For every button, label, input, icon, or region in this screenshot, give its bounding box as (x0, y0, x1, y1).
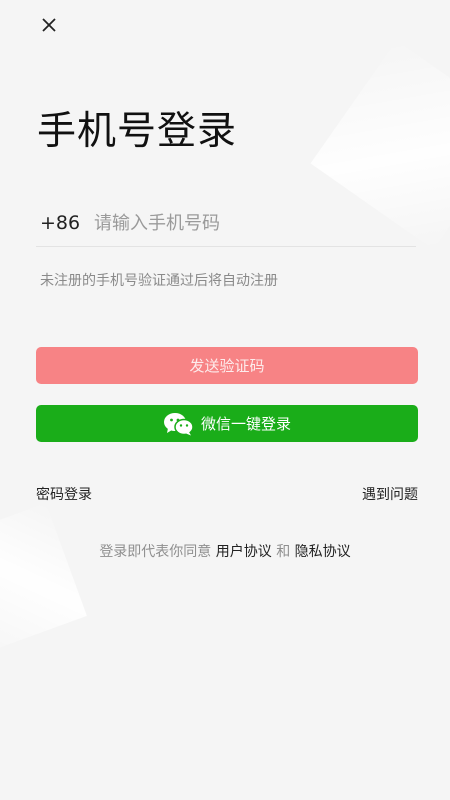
problem-link[interactable]: 遇到问题 (362, 484, 418, 504)
agreement-prefix: 登录即代表你同意 (99, 544, 212, 560)
country-code[interactable]: +86 (40, 212, 94, 234)
page-title: 手机号登录 (37, 109, 238, 154)
wechat-login-button[interactable]: 微信一键登录 (36, 405, 418, 442)
privacy-policy-link[interactable]: 隐私协议 (295, 544, 351, 560)
user-agreement-link[interactable]: 用户协议 (216, 544, 272, 560)
wechat-icon (163, 412, 195, 436)
phone-input[interactable] (94, 212, 416, 234)
password-login-link[interactable]: 密码登录 (36, 484, 92, 504)
decorative-shape (0, 503, 87, 657)
send-code-button[interactable]: 发送验证码 (36, 347, 418, 384)
agreement-and: 和 (276, 544, 291, 560)
agreement-text: 登录即代表你同意 用户协议 和 隐私协议 (0, 541, 450, 561)
close-icon (42, 18, 56, 32)
close-button[interactable] (36, 12, 62, 38)
phone-field: +86 (36, 200, 416, 247)
wechat-login-label: 微信一键登录 (200, 415, 291, 433)
register-hint: 未注册的手机号验证通过后将自动注册 (40, 273, 278, 289)
